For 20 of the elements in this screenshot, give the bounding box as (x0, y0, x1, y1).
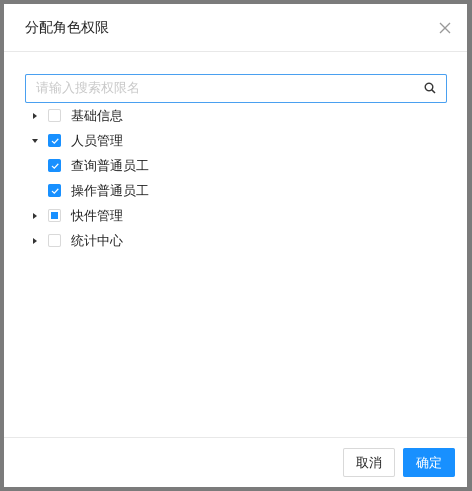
check-icon (50, 160, 60, 170)
caret-icon[interactable] (32, 138, 38, 144)
close-icon[interactable] (439, 22, 451, 34)
tree-item-label[interactable]: 查询普通员工 (71, 156, 149, 174)
tree-item-label[interactable]: 操作普通员工 (71, 182, 149, 200)
dialog-title: 分配角色权限 (25, 18, 109, 36)
check-icon (50, 136, 60, 146)
search-icon[interactable] (424, 82, 436, 94)
checkbox[interactable] (48, 159, 61, 172)
caret-icon[interactable] (32, 112, 38, 118)
checkbox[interactable] (48, 184, 61, 197)
checkbox[interactable] (48, 134, 61, 147)
tree-item-label[interactable]: 统计中心 (71, 232, 123, 250)
caret-icon[interactable] (32, 212, 38, 218)
tree-item-label[interactable]: 人员管理 (71, 132, 123, 150)
tree-item-label[interactable]: 快件管理 (71, 206, 123, 224)
tree-item-label[interactable]: 基础信息 (71, 106, 123, 124)
cancel-button[interactable]: 取消 (343, 448, 395, 477)
caret-icon[interactable] (32, 238, 38, 244)
check-icon (50, 186, 60, 196)
